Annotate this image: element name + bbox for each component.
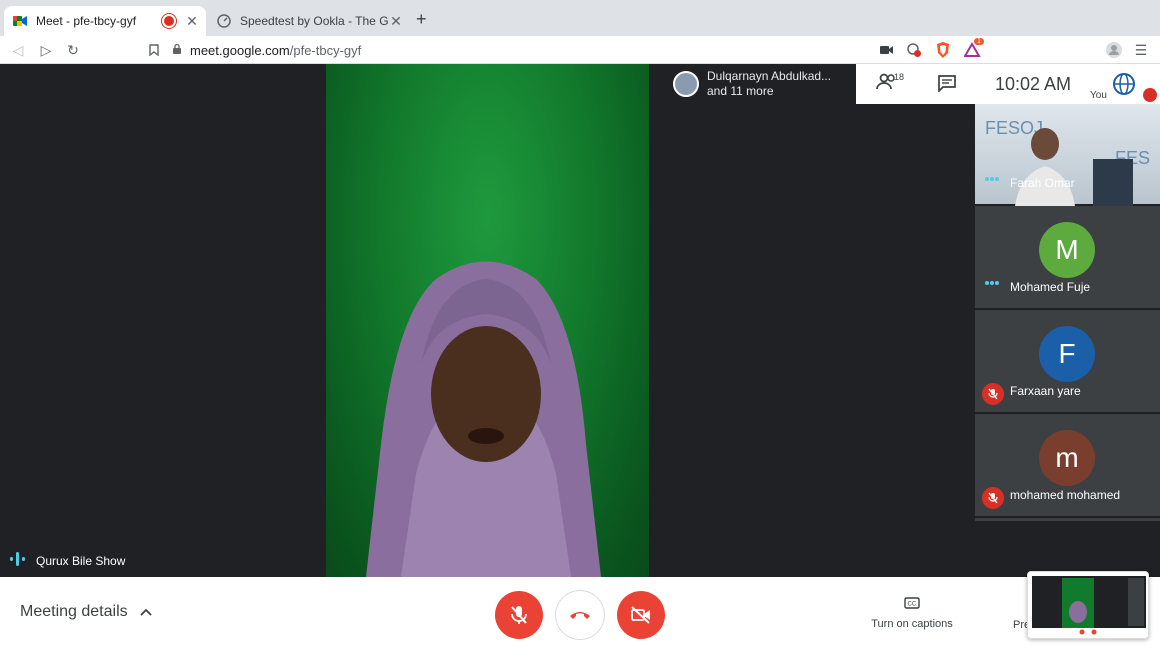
participant-tile-mohamed-mohamed[interactable]: m mohamed mohamed [975,416,1160,518]
forward-icon[interactable]: ▷ [36,40,56,60]
bookmark-icon[interactable] [144,40,164,60]
camera-toggle-button[interactable] [617,591,665,639]
mic-blocked-icon[interactable] [904,40,924,60]
tab-title: Meet - pfe-tbcy-gyf [36,14,137,28]
captions-button[interactable]: CC Turn on captions [867,597,957,630]
avatar [673,71,699,97]
browser-toolbar: ◁ ▷ ↻ meet.google.com/pfe-tbcy-gyf 1 ☰ [0,36,1160,64]
avatar: m [1039,430,1095,486]
tab-bar: Meet - pfe-tbcy-gyf ✕ Speedtest by Ookla… [0,0,1160,36]
profile-icon[interactable] [1104,40,1124,60]
meet-controls-bar: Meeting details CC Turn on captions Pre [0,577,1160,652]
more-participants-text: and 11 more [707,84,774,98]
leave-call-button[interactable] [556,591,604,639]
reload-icon[interactable]: ↻ [63,40,83,60]
top-participant-name: Dulqarnayn Abdulkad... [707,69,832,83]
audio-level-icon [10,552,26,569]
main-speaker-video[interactable] [326,64,649,577]
mic-toggle-button[interactable] [495,591,543,639]
avatar: F [1039,326,1095,382]
meeting-details-button[interactable]: Meeting details [20,603,152,621]
menu-icon[interactable]: ☰ [1131,40,1151,60]
main-speaker-label: Qurux Bile Show [10,552,125,569]
participant-name: Farah Omar [1010,176,1075,190]
chat-icon[interactable] [938,75,956,97]
participants-summary[interactable]: Dulqarnayn Abdulkad... and 11 more [666,64,856,104]
self-avatar-globe-icon[interactable] [1112,72,1136,101]
svg-text:CC: CC [908,602,917,608]
tab-meet[interactable]: Meet - pfe-tbcy-gyf ✕ [4,6,206,36]
captions-label: Turn on captions [871,618,953,630]
speaking-indicator-icon [985,168,999,186]
camera-off-icon [631,606,650,624]
speedtest-favicon-icon [216,13,232,29]
self-label: You [1090,90,1107,101]
captions-icon: CC [867,597,957,612]
url-host: meet.google.com [190,42,290,58]
back-icon[interactable]: ◁ [8,40,28,60]
rewards-badge: 1 [974,38,984,45]
self-muted-icon [1143,88,1157,102]
meeting-clock: 10:02 AM [995,74,1072,94]
participant-name: mohamed mohamed [1010,488,1121,502]
participant-name: Farxaan yare [1010,384,1081,398]
lock-icon [172,43,182,58]
speaker-silhouette [366,261,601,577]
brave-rewards-icon[interactable]: 1 [963,38,984,60]
speaker-name-text: Qurux Bile Show [36,553,126,568]
meet-top-bar: 18 10:02 AM You [856,64,1160,104]
tab-title: Speedtest by Ookla - The Globa [240,14,388,28]
tab-speedtest[interactable]: Speedtest by Ookla - The Globa ✕ [208,6,410,36]
new-tab-icon[interactable]: + [416,9,427,30]
meet-favicon-icon [12,13,28,29]
avatar: M [1039,222,1095,278]
participant-tile-mohamed-fuje[interactable]: M Mohamed Fuje [975,208,1160,310]
participant-tile-farah-omar[interactable]: FESOJ FES Farah Omar [975,104,1160,206]
participant-tile-farxaan-yare[interactable]: F Farxaan yare [975,312,1160,414]
hang-up-icon [570,612,590,619]
address-bar[interactable]: meet.google.com/pfe-tbcy-gyf [172,39,872,61]
mic-off-icon [982,383,1004,405]
brave-shield-icon[interactable] [933,40,953,60]
participant-count: 18 [894,72,905,82]
close-tab-icon[interactable]: ✕ [184,13,200,30]
camera-in-use-icon[interactable] [877,40,897,60]
self-view-preview[interactable] [1027,571,1149,639]
participant-name: Mohamed Fuje [1010,280,1091,294]
recording-indicator-icon [164,16,174,26]
participants-sidebar: FESOJ FES Farah Omar M Mohamed Fuje F Fa… [975,104,1160,521]
speaking-indicator-icon [985,272,999,290]
mic-off-icon [982,487,1004,509]
preview-thumbnail [1032,576,1146,636]
participant-video: FESOJ FES [985,118,1150,206]
mic-off-icon [511,606,527,624]
close-tab-icon[interactable]: ✕ [388,13,404,30]
url-path: /pfe-tbcy-gyf [289,42,362,58]
chevron-up-icon [139,603,152,621]
meeting-details-label: Meeting details [20,603,128,620]
